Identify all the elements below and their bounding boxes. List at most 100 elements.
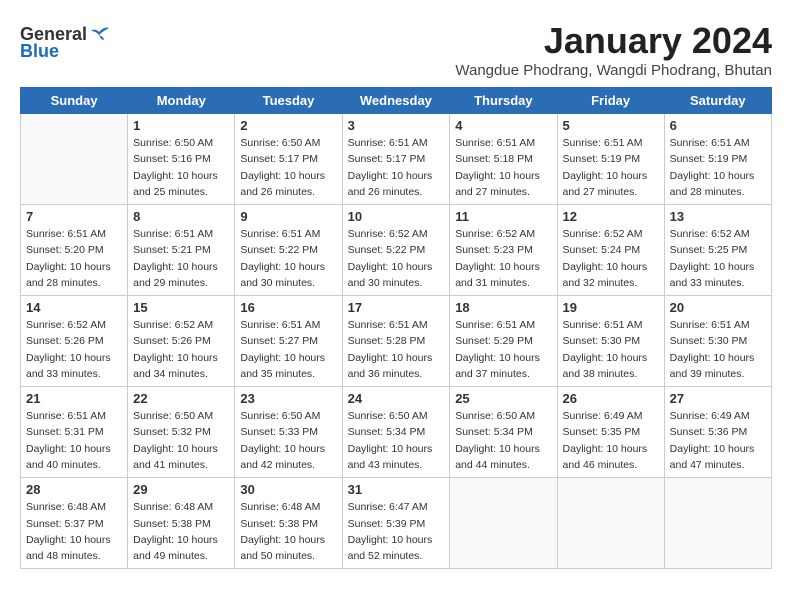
header-tuesday: Tuesday <box>235 88 342 114</box>
calendar-cell: 22 Sunrise: 6:50 AMSunset: 5:32 PMDayligh… <box>128 387 235 478</box>
day-info: Sunrise: 6:51 AMSunset: 5:18 PMDaylight:… <box>455 135 551 200</box>
calendar-week-row: 1 Sunrise: 6:50 AMSunset: 5:16 PMDaylight… <box>21 114 772 205</box>
day-number: 13 <box>670 209 766 224</box>
day-info: Sunrise: 6:52 AMSunset: 5:22 PMDaylight:… <box>348 226 445 291</box>
calendar-cell: 28 Sunrise: 6:48 AMSunset: 5:37 PMDayligh… <box>21 478 128 569</box>
calendar-week-row: 7 Sunrise: 6:51 AMSunset: 5:20 PMDaylight… <box>21 205 772 296</box>
day-info: Sunrise: 6:51 AMSunset: 5:30 PMDaylight:… <box>563 317 659 382</box>
day-info: Sunrise: 6:48 AMSunset: 5:38 PMDaylight:… <box>133 499 229 564</box>
day-number: 16 <box>240 300 336 315</box>
calendar-cell: 26 Sunrise: 6:49 AMSunset: 5:35 PMDayligh… <box>557 387 664 478</box>
calendar-cell: 31Sunrise: 6:47 AMSunset: 5:39 PMDayligh… <box>342 478 450 569</box>
calendar-header-row: SundayMondayTuesdayWednesdayThursdayFrid… <box>21 88 772 114</box>
logo: General Blue <box>20 24 113 62</box>
header-sunday: Sunday <box>21 88 128 114</box>
calendar-cell: 4 Sunrise: 6:51 AMSunset: 5:18 PMDaylight… <box>450 114 557 205</box>
day-info: Sunrise: 6:52 AMSunset: 5:26 PMDaylight:… <box>26 317 122 382</box>
day-number: 29 <box>133 482 229 497</box>
calendar-cell: 12 Sunrise: 6:52 AMSunset: 5:24 PMDayligh… <box>557 205 664 296</box>
calendar-cell: 18Sunrise: 6:51 AMSunset: 5:29 PMDayligh… <box>450 296 557 387</box>
calendar-cell <box>664 478 771 569</box>
calendar-cell: 1 Sunrise: 6:50 AMSunset: 5:16 PMDaylight… <box>128 114 235 205</box>
day-info: Sunrise: 6:51 AMSunset: 5:21 PMDaylight:… <box>133 226 229 291</box>
day-info: Sunrise: 6:51 AMSunset: 5:22 PMDaylight:… <box>240 226 336 291</box>
header-wednesday: Wednesday <box>342 88 450 114</box>
calendar-cell: 8 Sunrise: 6:51 AMSunset: 5:21 PMDaylight… <box>128 205 235 296</box>
day-number: 19 <box>563 300 659 315</box>
calendar-cell: 20 Sunrise: 6:51 AMSunset: 5:30 PMDayligh… <box>664 296 771 387</box>
calendar-cell: 5 Sunrise: 6:51 AMSunset: 5:19 PMDaylight… <box>557 114 664 205</box>
calendar-cell: 6 Sunrise: 6:51 AMSunset: 5:19 PMDaylight… <box>664 114 771 205</box>
calendar-cell: 23 Sunrise: 6:50 AMSunset: 5:33 PMDayligh… <box>235 387 342 478</box>
day-number: 11 <box>455 209 551 224</box>
day-info: Sunrise: 6:52 AMSunset: 5:23 PMDaylight:… <box>455 226 551 291</box>
day-info: Sunrise: 6:51 AMSunset: 5:30 PMDaylight:… <box>670 317 766 382</box>
calendar-cell: 30Sunrise: 6:48 AMSunset: 5:38 PMDayligh… <box>235 478 342 569</box>
day-number: 4 <box>455 118 551 133</box>
calendar-cell: 24 Sunrise: 6:50 AMSunset: 5:34 PMDayligh… <box>342 387 450 478</box>
calendar-cell: 9 Sunrise: 6:51 AMSunset: 5:22 PMDaylight… <box>235 205 342 296</box>
day-info: Sunrise: 6:50 AMSunset: 5:16 PMDaylight:… <box>133 135 229 200</box>
day-number: 3 <box>348 118 445 133</box>
day-info: Sunrise: 6:51 AMSunset: 5:28 PMDaylight:… <box>348 317 445 382</box>
calendar-table: SundayMondayTuesdayWednesdayThursdayFrid… <box>20 87 772 569</box>
calendar-cell: 27Sunrise: 6:49 AMSunset: 5:36 PMDayligh… <box>664 387 771 478</box>
calendar-cell: 29 Sunrise: 6:48 AMSunset: 5:38 PMDayligh… <box>128 478 235 569</box>
calendar-cell: 25 Sunrise: 6:50 AMSunset: 5:34 PMDayligh… <box>450 387 557 478</box>
calendar-cell: 19 Sunrise: 6:51 AMSunset: 5:30 PMDayligh… <box>557 296 664 387</box>
day-info: Sunrise: 6:51 AMSunset: 5:31 PMDaylight:… <box>26 408 122 473</box>
day-number: 6 <box>670 118 766 133</box>
calendar-cell <box>21 114 128 205</box>
header-monday: Monday <box>128 88 235 114</box>
calendar-cell: 17 Sunrise: 6:51 AMSunset: 5:28 PMDayligh… <box>342 296 450 387</box>
month-title: January 2024 <box>455 20 772 62</box>
day-number: 15 <box>133 300 229 315</box>
header-thursday: Thursday <box>450 88 557 114</box>
day-number: 1 <box>133 118 229 133</box>
calendar-cell: 7 Sunrise: 6:51 AMSunset: 5:20 PMDaylight… <box>21 205 128 296</box>
day-number: 26 <box>563 391 659 406</box>
calendar-cell <box>450 478 557 569</box>
calendar-cell: 15 Sunrise: 6:52 AMSunset: 5:26 PMDayligh… <box>128 296 235 387</box>
day-info: Sunrise: 6:51 AMSunset: 5:27 PMDaylight:… <box>240 317 336 382</box>
day-number: 12 <box>563 209 659 224</box>
calendar-cell: 16 Sunrise: 6:51 AMSunset: 5:27 PMDayligh… <box>235 296 342 387</box>
day-info: Sunrise: 6:51 AMSunset: 5:19 PMDaylight:… <box>670 135 766 200</box>
day-number: 8 <box>133 209 229 224</box>
calendar-week-row: 28 Sunrise: 6:48 AMSunset: 5:37 PMDayligh… <box>21 478 772 569</box>
day-info: Sunrise: 6:50 AMSunset: 5:34 PMDaylight:… <box>348 408 445 473</box>
calendar-cell: 3 Sunrise: 6:51 AMSunset: 5:17 PMDaylight… <box>342 114 450 205</box>
day-number: 9 <box>240 209 336 224</box>
day-info: Sunrise: 6:51 AMSunset: 5:20 PMDaylight:… <box>26 226 122 291</box>
day-info: Sunrise: 6:48 AMSunset: 5:37 PMDaylight:… <box>26 499 122 564</box>
logo-bird-icon <box>91 26 113 44</box>
day-number: 20 <box>670 300 766 315</box>
day-info: Sunrise: 6:51 AMSunset: 5:17 PMDaylight:… <box>348 135 445 200</box>
day-number: 22 <box>133 391 229 406</box>
calendar-cell: 11 Sunrise: 6:52 AMSunset: 5:23 PMDayligh… <box>450 205 557 296</box>
day-number: 23 <box>240 391 336 406</box>
day-number: 28 <box>26 482 122 497</box>
day-number: 2 <box>240 118 336 133</box>
day-info: Sunrise: 6:50 AMSunset: 5:33 PMDaylight:… <box>240 408 336 473</box>
day-info: Sunrise: 6:50 AMSunset: 5:17 PMDaylight:… <box>240 135 336 200</box>
day-info: Sunrise: 6:50 AMSunset: 5:32 PMDaylight:… <box>133 408 229 473</box>
day-info: Sunrise: 6:52 AMSunset: 5:26 PMDaylight:… <box>133 317 229 382</box>
day-number: 17 <box>348 300 445 315</box>
title-area: January 2024 Wangdue Phodrang, Wangdi Ph… <box>455 20 772 79</box>
day-info: Sunrise: 6:50 AMSunset: 5:34 PMDaylight:… <box>455 408 551 473</box>
day-info: Sunrise: 6:49 AMSunset: 5:35 PMDaylight:… <box>563 408 659 473</box>
day-info: Sunrise: 6:52 AMSunset: 5:24 PMDaylight:… <box>563 226 659 291</box>
day-number: 24 <box>348 391 445 406</box>
day-number: 5 <box>563 118 659 133</box>
day-number: 14 <box>26 300 122 315</box>
calendar-cell: 2 Sunrise: 6:50 AMSunset: 5:17 PMDaylight… <box>235 114 342 205</box>
day-info: Sunrise: 6:47 AMSunset: 5:39 PMDaylight:… <box>348 499 445 564</box>
day-info: Sunrise: 6:51 AMSunset: 5:19 PMDaylight:… <box>563 135 659 200</box>
calendar-cell: 10Sunrise: 6:52 AMSunset: 5:22 PMDayligh… <box>342 205 450 296</box>
day-number: 25 <box>455 391 551 406</box>
calendar-cell: 21Sunrise: 6:51 AMSunset: 5:31 PMDayligh… <box>21 387 128 478</box>
day-info: Sunrise: 6:51 AMSunset: 5:29 PMDaylight:… <box>455 317 551 382</box>
day-number: 7 <box>26 209 122 224</box>
calendar-cell <box>557 478 664 569</box>
